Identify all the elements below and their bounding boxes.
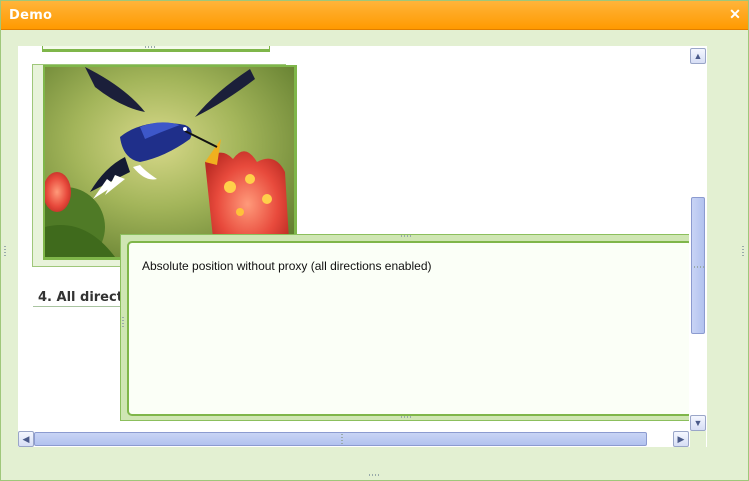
resizable-panel[interactable]: Absolute position without proxy (all dir… xyxy=(120,234,689,421)
chevron-up-icon[interactable]: ▲ xyxy=(690,48,706,64)
demo-window: Demo ✕ 4. All directi Absolute position … xyxy=(0,0,749,481)
close-icon[interactable]: ✕ xyxy=(728,6,742,22)
horizontal-scroll-thumb[interactable] xyxy=(34,432,647,446)
panel-description: Absolute position without proxy (all dir… xyxy=(142,259,432,273)
vertical-scrollbar[interactable]: ▲ ▼ xyxy=(690,48,706,431)
horizontal-scrollbar[interactable]: ◀ ▶ xyxy=(18,431,689,447)
vertical-scroll-thumb[interactable] xyxy=(691,197,705,334)
vertical-thumb-grip xyxy=(694,266,704,268)
chevron-right-icon[interactable]: ▶ xyxy=(673,431,689,447)
heading-divider xyxy=(33,306,134,307)
chevron-left-icon[interactable]: ◀ xyxy=(18,431,34,447)
resizable-box-top xyxy=(42,46,270,52)
window-title: Demo xyxy=(9,8,53,23)
panel-resize-handle-top[interactable] xyxy=(401,235,413,237)
window-left-resize-handle[interactable] xyxy=(4,244,6,256)
window-titlebar[interactable]: Demo ✕ xyxy=(1,1,748,30)
panel-body: Absolute position without proxy (all dir… xyxy=(127,241,689,416)
panel-resize-handle-left[interactable] xyxy=(122,315,124,327)
window-bottom-resize-handle[interactable] xyxy=(369,474,381,476)
horizontal-thumb-grip xyxy=(341,434,343,444)
chevron-down-icon[interactable]: ▼ xyxy=(690,415,706,431)
content-viewport: 4. All directi Absolute position without… xyxy=(18,46,689,431)
panel-resize-handle-bottom[interactable] xyxy=(401,416,413,418)
hummingbird-image[interactable] xyxy=(43,65,297,260)
scroll-corner xyxy=(690,431,706,447)
scroll-container: 4. All directi Absolute position without… xyxy=(18,46,707,447)
hummingbird-illustration xyxy=(45,67,294,257)
resize-handle-bottom[interactable] xyxy=(145,46,157,48)
vertical-scroll-track[interactable] xyxy=(691,64,705,415)
window-right-resize-handle[interactable] xyxy=(742,244,744,256)
horizontal-scroll-track[interactable] xyxy=(34,432,673,446)
section-heading: 4. All directi xyxy=(38,290,128,305)
